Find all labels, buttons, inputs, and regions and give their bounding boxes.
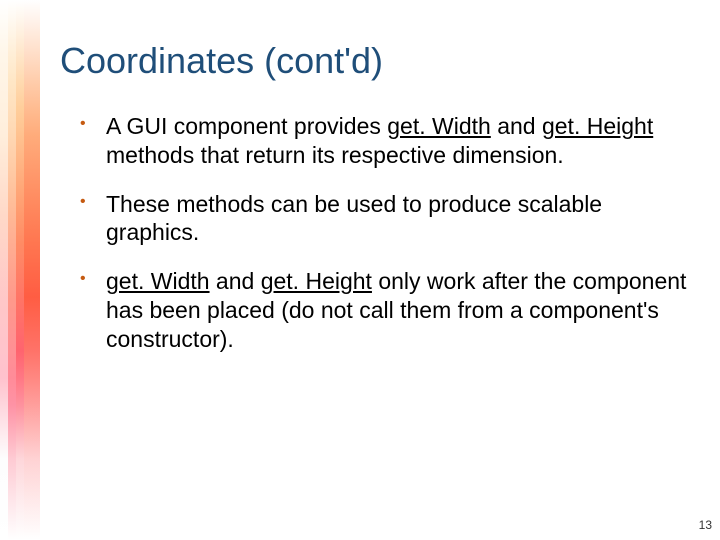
decorative-sidebar [0,0,40,540]
bullet-text-underline: get. Width [387,113,491,139]
list-item: get. Width and get. Height only work aft… [80,267,690,353]
bullet-text-underline: get. Height [261,268,372,294]
bullet-text-pre: These methods can be used to produce sca… [106,191,602,246]
bullet-text-post: methods that return its respective dimen… [106,142,564,168]
list-item: These methods can be used to produce sca… [80,190,690,248]
slide-content: Coordinates (cont'd) A GUI component pro… [60,40,690,373]
bullet-text-mid: and [491,113,542,139]
page-number: 13 [699,518,712,532]
bullet-text-mid: and [210,268,261,294]
bullet-text-underline: get. Height [542,113,653,139]
bullet-list: A GUI component provides get. Width and … [80,112,690,353]
slide-title: Coordinates (cont'd) [60,40,690,82]
bullet-text-pre: A GUI component provides [106,113,387,139]
bullet-text-underline: get. Width [106,268,210,294]
list-item: A GUI component provides get. Width and … [80,112,690,170]
